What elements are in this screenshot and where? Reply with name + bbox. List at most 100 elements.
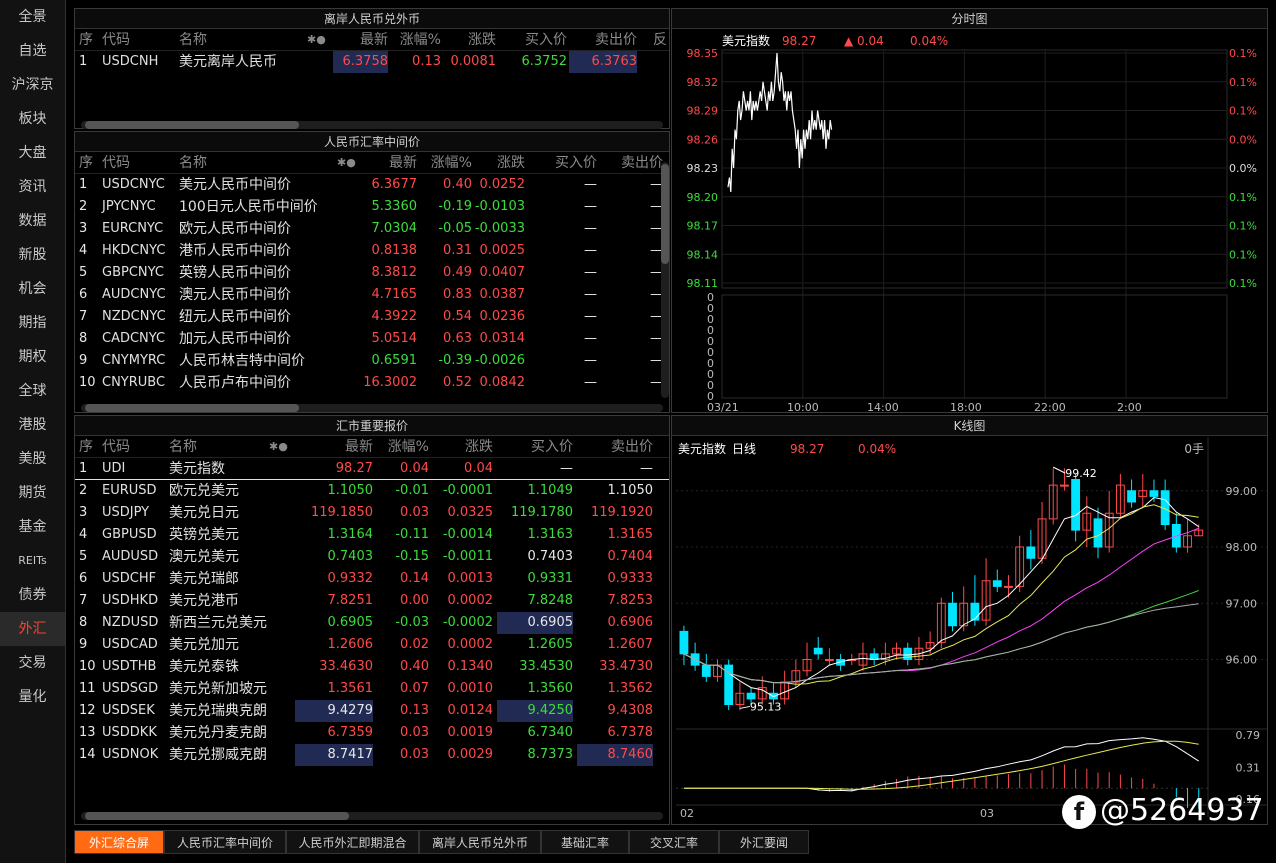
- central-col-3[interactable]: ✱●: [337, 152, 356, 174]
- table-row[interactable]: 3 EURCNYC 欧元人民币中间价 7.0304 -0.05 -0.0033 — —: [75, 218, 669, 240]
- sidebar-item-8[interactable]: 机会: [0, 272, 65, 306]
- major-col-4[interactable]: 最新: [295, 436, 373, 458]
- central-hscroll[interactable]: [81, 404, 663, 412]
- central-col-4[interactable]: 最新: [355, 152, 417, 174]
- table-row[interactable]: 1 UDI 美元指数 98.27 0.04 0.04 — —: [75, 458, 669, 480]
- offshore-col-3[interactable]: ✱●: [307, 29, 326, 51]
- sidebar-item-19[interactable]: 交易: [0, 646, 65, 680]
- sidebar-item-18[interactable]: 外汇: [0, 612, 65, 646]
- table-row[interactable]: 6 USDCHF 美元兑瑞郎 0.9332 0.14 0.0013 0.9331 0.9333: [75, 568, 669, 590]
- sidebar-item-3[interactable]: 板块: [0, 102, 65, 136]
- table-row[interactable]: 2 JPYCNYC 100日元人民币中间价 5.3360 -0.19 -0.0103 — —: [75, 196, 669, 218]
- central-col-5[interactable]: 涨幅%: [420, 152, 472, 174]
- sidebar-item-7[interactable]: 新股: [0, 238, 65, 272]
- tab-forex-overview[interactable]: 外汇综合屏: [74, 830, 164, 854]
- pct-tick-label: 0.1%: [1229, 105, 1257, 118]
- table-row[interactable]: 2 EURUSD 欧元兑美元 1.1050 -0.01 -0.0001 1.1049 1.10…: [75, 480, 669, 502]
- major-col-0[interactable]: 序: [79, 436, 93, 458]
- central-col-7[interactable]: 买入价: [545, 152, 597, 174]
- central-col-0[interactable]: 序: [79, 152, 93, 174]
- major-cell: -0.01: [395, 483, 429, 498]
- tab-base-rate[interactable]: 基础汇率: [541, 830, 629, 854]
- major-hscroll[interactable]: [81, 812, 663, 820]
- major-col-3[interactable]: ✱●: [269, 436, 288, 458]
- tab-rmb-spot-forward[interactable]: 人民币外汇即期混合: [286, 830, 419, 854]
- intraday-chart[interactable]: 98.35 0.1% 98.32 0.1% 98.29 0.1% 98.26 0.0% 98.2…: [672, 30, 1267, 413]
- table-row[interactable]: 14 USDNOK 美元兑挪威克朗 8.7417 0.03 0.0029 8.7373 8.7…: [75, 744, 669, 766]
- table-row[interactable]: 3 USDJPY 美元兑日元 119.1850 0.03 0.0325 119.1780 11…: [75, 502, 669, 524]
- central-cell: 英镑人民币中间价: [179, 265, 291, 281]
- major-cell: 6.7378: [607, 725, 654, 740]
- offshore-col-5[interactable]: 涨幅%: [391, 29, 441, 51]
- central-cell: 0.0407: [479, 265, 526, 280]
- table-row[interactable]: 5 GBPCNYC 英镑人民币中间价 8.3812 0.49 0.0407 — —: [75, 262, 669, 284]
- table-row[interactable]: 7 NZDCNYC 纽元人民币中间价 4.3922 0.54 0.0236 — —: [75, 306, 669, 328]
- sidebar-item-16[interactable]: REITs: [0, 544, 65, 578]
- tab-rmb-central[interactable]: 人民币汇率中间价: [164, 830, 286, 854]
- central-col-2[interactable]: 名称: [179, 152, 207, 174]
- major-col-5[interactable]: 涨幅%: [375, 436, 429, 458]
- kline-chart[interactable]: 99.00 98.00 97.00 96.00 美元指数 日线 98.27 0.04% 0手 99…: [672, 437, 1267, 825]
- offshore-col-7[interactable]: 买入价: [499, 29, 567, 51]
- major-cell: 1.3164: [327, 527, 374, 542]
- major-cell: 14: [79, 747, 96, 762]
- major-col-1[interactable]: 代码: [102, 436, 130, 458]
- offshore-col-8[interactable]: 卖出价: [569, 29, 637, 51]
- offshore-col-4[interactable]: 最新: [333, 29, 388, 51]
- table-row[interactable]: 11 USDSGD 美元兑新加坡元 1.3561 0.07 0.0010 1.3560 1.3…: [75, 678, 669, 700]
- major-col-7[interactable]: 买入价: [497, 436, 573, 458]
- offshore-col-0[interactable]: 序: [79, 29, 93, 51]
- tab-cross-rate[interactable]: 交叉汇率: [629, 830, 719, 854]
- sidebar-item-14[interactable]: 期货: [0, 476, 65, 510]
- table-row[interactable]: 9 CNYMYRC 人民币林吉特中间价 0.6591 -0.39 -0.0026 — —: [75, 350, 669, 372]
- table-row[interactable]: 4 HKDCNYC 港币人民币中间价 0.8138 0.31 0.0025 — —: [75, 240, 669, 262]
- sidebar-item-12[interactable]: 港股: [0, 408, 65, 442]
- central-cell: 0.0314: [479, 331, 526, 346]
- central-col-8[interactable]: 卖出价: [615, 152, 663, 174]
- sidebar-item-6[interactable]: 数据: [0, 204, 65, 238]
- sidebar-item-0[interactable]: 全景: [0, 0, 65, 34]
- offshore-col-6[interactable]: 涨跌: [444, 29, 496, 51]
- sidebar-item-2[interactable]: 沪深京: [0, 68, 65, 102]
- table-row[interactable]: 13 USDDKK 美元兑丹麦克朗 6.7359 0.03 0.0019 6.7340 6.7…: [75, 722, 669, 744]
- table-row[interactable]: 1 USDCNH 美元离岸人民币 6.3758 0.13 0.0081 6.3752 6.37…: [75, 51, 669, 73]
- table-row[interactable]: 5 AUDUSD 澳元兑美元 0.7403 -0.15 -0.0011 0.7403 0.74…: [75, 546, 669, 568]
- table-row[interactable]: 8 CADCNYC 加元人民币中间价 5.0514 0.63 0.0314 — —: [75, 328, 669, 350]
- table-row[interactable]: 10 CNYRUBC 人民币卢布中间价 16.3002 0.52 0.0842 — —: [75, 372, 669, 394]
- central-col-1[interactable]: 代码: [102, 152, 130, 174]
- table-row[interactable]: 8 NZDUSD 新西兰元兑美元 0.6905 -0.03 -0.0002 0.6905 0.…: [75, 612, 669, 634]
- sidebar-item-4[interactable]: 大盘: [0, 136, 65, 170]
- tab-forex-news[interactable]: 外汇要闻: [719, 830, 809, 854]
- sidebar-item-17[interactable]: 债券: [0, 578, 65, 612]
- sidebar-item-9[interactable]: 期指: [0, 306, 65, 340]
- table-row[interactable]: 1 USDCNYC 美元人民币中间价 6.3677 0.40 0.0252 — —: [75, 174, 669, 196]
- offshore-col-1[interactable]: 代码: [102, 29, 130, 51]
- central-vscroll[interactable]: [661, 162, 669, 398]
- sidebar-item-15[interactable]: 基金: [0, 510, 65, 544]
- sidebar-item-11[interactable]: 全球: [0, 374, 65, 408]
- sidebar-item-1[interactable]: 自选: [0, 34, 65, 68]
- table-row[interactable]: 12 USDSEK 美元兑瑞典克朗 9.4279 0.13 0.0124 9.4250 9.4…: [75, 700, 669, 722]
- table-row[interactable]: 10 USDTHB 美元兑泰铢 33.4630 0.40 0.1340 33.4530 33.…: [75, 656, 669, 678]
- tab-offshore[interactable]: 离岸人民币兑外币: [419, 830, 541, 854]
- table-row[interactable]: 4 GBPUSD 英镑兑美元 1.3164 -0.11 -0.0014 1.3163 1.31…: [75, 524, 669, 546]
- major-cell: 美元兑港币: [169, 593, 239, 609]
- central-cell: 5.0514: [371, 331, 418, 346]
- offshore-col-2[interactable]: 名称: [179, 29, 207, 51]
- offshore-col-9[interactable]: 反: [653, 29, 667, 51]
- table-row[interactable]: 7 USDHKD 美元兑港币 7.8251 0.00 0.0002 7.8248 7.8253: [75, 590, 669, 612]
- sidebar-item-10[interactable]: 期权: [0, 340, 65, 374]
- central-col-6[interactable]: 涨跌: [473, 152, 525, 174]
- sidebar-item-20[interactable]: 量化: [0, 680, 65, 714]
- candle-body: [679, 630, 689, 655]
- major-cell: 1.1049: [527, 483, 574, 498]
- major-col-6[interactable]: 涨跌: [433, 436, 493, 458]
- major-col-8[interactable]: 卖出价: [577, 436, 653, 458]
- central-cell: —: [584, 331, 597, 346]
- offshore-hscroll[interactable]: [81, 121, 663, 129]
- sidebar-item-5[interactable]: 资讯: [0, 170, 65, 204]
- sidebar-item-13[interactable]: 美股: [0, 442, 65, 476]
- major-col-2[interactable]: 名称: [169, 436, 197, 458]
- table-row[interactable]: 6 AUDCNYC 澳元人民币中间价 4.7165 0.83 0.0387 — —: [75, 284, 669, 306]
- table-row[interactable]: 9 USDCAD 美元兑加元 1.2606 0.02 0.0002 1.2605 1.2607: [75, 634, 669, 656]
